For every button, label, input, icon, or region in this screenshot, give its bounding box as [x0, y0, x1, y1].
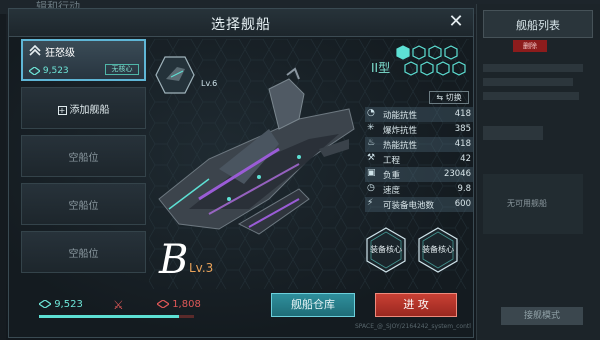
power-comparison-fill — [39, 315, 179, 318]
attack-button[interactable]: 进 攻 — [375, 293, 457, 317]
ship-mode-button[interactable]: 接舰模式 — [501, 307, 583, 325]
add-ship-label: + 添加舰船 — [22, 101, 145, 116]
enemy-power: 1,808 — [155, 299, 201, 310]
background-ship-list-panel: 舰船列表 删除 无可用舰船 接舰模式 — [476, 4, 600, 340]
ship-illustration — [158, 67, 355, 235]
placeholder-card — [483, 126, 543, 140]
placeholder-line — [483, 64, 583, 72]
stat-row: ✳ 爆炸抗性 385 — [365, 122, 473, 137]
select-ship-dialog: 选择舰船 ✕ 狂怒级 9,523 无核心 +添加舰船 空船位 空船位 空船位 — [8, 8, 474, 338]
power-icon — [27, 65, 42, 76]
stat-value: 418 — [454, 139, 471, 149]
no-ship-label: 无可用舰船 — [507, 199, 547, 208]
power-icon — [37, 299, 53, 309]
close-icon[interactable]: ✕ — [445, 11, 467, 33]
stat-label: 工程 — [383, 156, 401, 166]
delete-button[interactable]: 删除 — [513, 40, 547, 52]
battery-icon: ⚡ — [367, 198, 374, 208]
ship-type-label: II型 — [371, 61, 391, 75]
upgrade-hex-nodes — [396, 45, 466, 76]
game-screen: 辑和行动 舰船列表 删除 无可用舰船 接舰模式 选择舰船 ✕ 狂怒级 9,523… — [0, 0, 600, 340]
stat-value: 418 — [454, 109, 471, 119]
empty-slot-label: 空船位 — [68, 201, 99, 212]
player-power-value: 9,523 — [54, 299, 83, 310]
stat-row: ◷ 速度 9.8 — [365, 182, 473, 197]
stat-label: 热能抗性 — [383, 141, 418, 151]
stat-value: 9.8 — [457, 184, 471, 194]
ship-grade-level: Lv.3 — [189, 261, 214, 275]
switch-icon: ⇆ — [436, 93, 444, 102]
weight-icon: ▣ — [367, 168, 376, 178]
empty-slot-label: 空船位 — [68, 153, 99, 164]
flame-icon: ♨ — [367, 138, 376, 148]
ship-name: 狂怒级 — [45, 48, 75, 59]
ship-slot-selected[interactable]: 狂怒级 9,523 无核心 — [21, 39, 146, 81]
empty-ship-slot[interactable]: 空船位 — [21, 183, 146, 225]
wrench-icon: ⚒ — [367, 153, 376, 163]
rank-chevron-icon — [29, 44, 41, 57]
stat-label: 速度 — [383, 186, 401, 196]
stat-value: 600 — [454, 199, 471, 209]
player-power: 9,523 — [37, 299, 83, 310]
equip-core-slot[interactable]: 装备核心 — [417, 227, 459, 273]
stat-row: ⚡ 可装备电池数 600 — [365, 197, 473, 212]
shield-icon: ◔ — [367, 108, 375, 118]
empty-slot-label: 空船位 — [68, 249, 99, 260]
equip-core-label: 装备核心 — [422, 245, 454, 254]
stat-label: 可装备电池数 — [383, 201, 435, 211]
stat-value: 385 — [454, 124, 471, 134]
ship-grade: B — [159, 237, 189, 283]
plus-icon: + — [57, 105, 67, 115]
enemy-power-value: 1,808 — [172, 299, 201, 310]
stat-row: ◔ 动能抗性 418 — [365, 107, 473, 122]
ship-hangar-button[interactable]: 舰船仓库 — [271, 293, 355, 317]
stat-row: ♨ 热能抗性 418 — [365, 137, 473, 152]
dialog-header: 选择舰船 ✕ — [9, 9, 473, 37]
stat-value: 42 — [460, 154, 471, 164]
ship-power: 9,523 — [27, 65, 69, 76]
core-status-badge: 无核心 — [105, 64, 139, 75]
switch-button[interactable]: ⇆ 切换 — [429, 91, 469, 104]
stat-label: 动能抗性 — [383, 111, 418, 121]
stat-label: 爆炸抗性 — [383, 126, 418, 136]
stat-value: 23046 — [443, 169, 471, 179]
background-left-edge — [0, 14, 6, 340]
equip-core-slot[interactable]: 装备核心 — [365, 227, 407, 273]
footer-note: SPACE_@_SJOY/2164242_system_contl — [355, 323, 471, 330]
add-ship-text: 添加舰船 — [69, 105, 110, 116]
dialog-title: 选择舰船 — [211, 17, 271, 33]
blast-icon: ✳ — [367, 123, 375, 133]
equip-core-label: 装备核心 — [370, 245, 402, 254]
placeholder-line — [483, 78, 573, 86]
empty-ship-slot[interactable]: 空船位 — [21, 231, 146, 273]
stat-row: ⚒ 工程 42 — [365, 152, 473, 167]
power-comparison-bar — [39, 315, 194, 318]
placeholder-line — [483, 92, 579, 100]
ship-list-title: 舰船列表 — [516, 19, 560, 32]
stat-row: ▣ 负重 23046 — [365, 167, 473, 182]
speed-icon: ◷ — [367, 183, 375, 193]
switch-label: 切换 — [445, 93, 462, 102]
enemy-power-icon — [155, 299, 171, 309]
add-ship-slot[interactable]: + 添加舰船 — [21, 87, 146, 129]
stat-label: 负重 — [383, 171, 401, 181]
ship-power-value: 9,523 — [42, 66, 69, 76]
ship-stats-list: ◔ 动能抗性 418 ✳ 爆炸抗性 385 ♨ 热能抗性 418 ⚒ 工程 42… — [365, 107, 473, 212]
empty-ship-slot[interactable]: 空船位 — [21, 135, 146, 177]
crossed-swords-icon: ⚔ — [113, 298, 124, 312]
ship-list-header: 舰船列表 — [483, 10, 593, 38]
